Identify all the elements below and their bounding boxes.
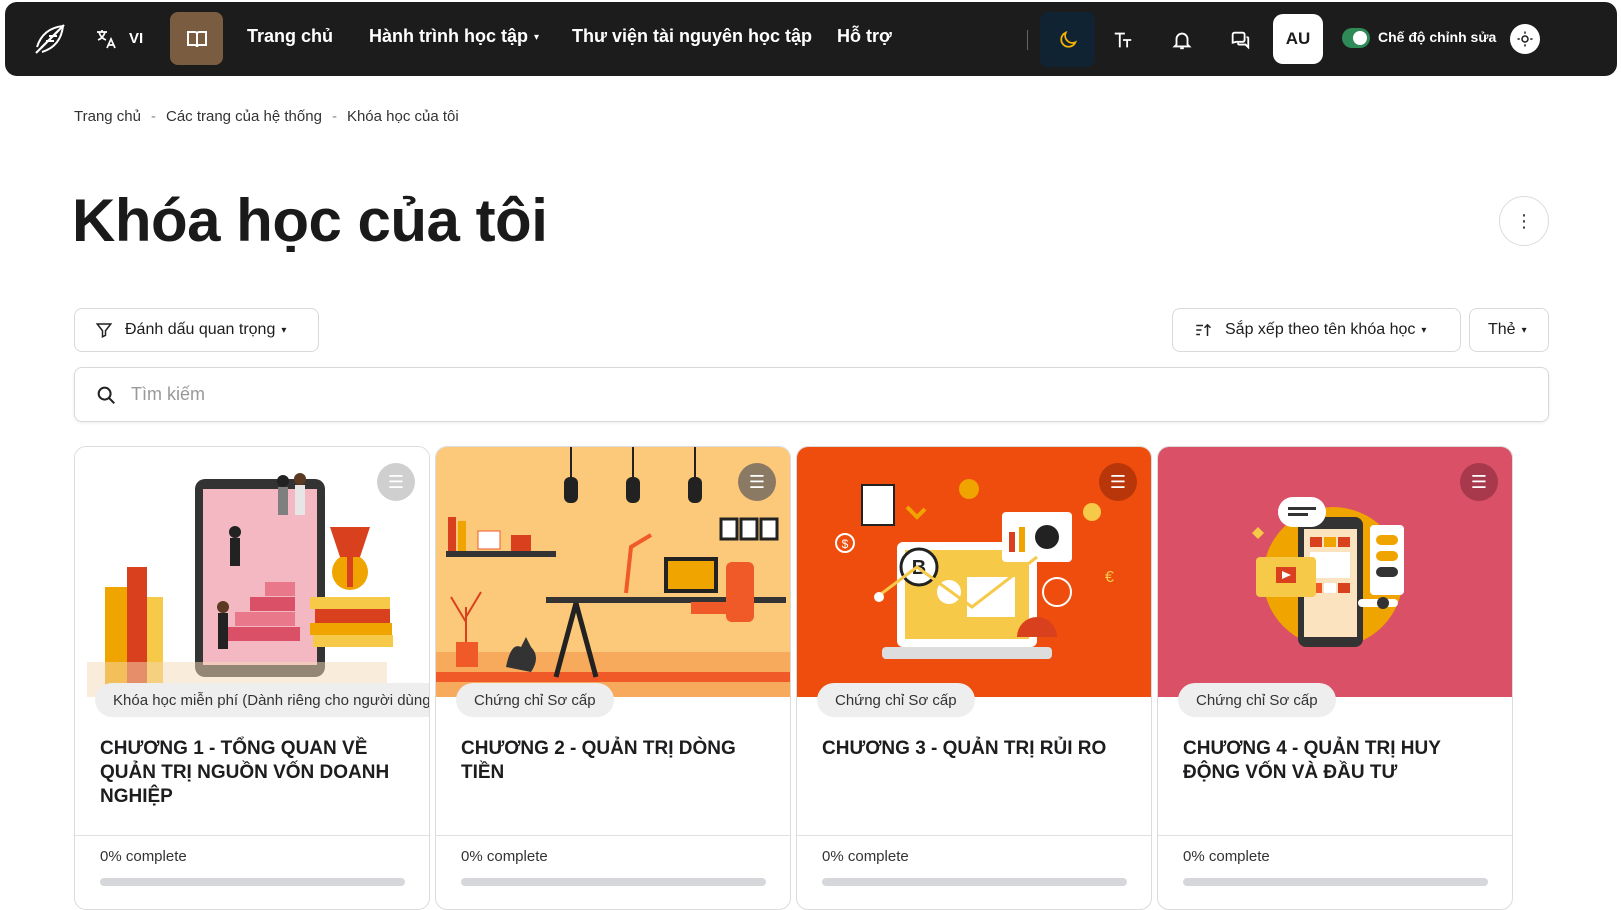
course-tag: Chứng chỉ Sơ cấp	[1178, 683, 1336, 717]
edit-mode-label: Chế độ chỉnh sửa	[1378, 29, 1497, 45]
bell-icon[interactable]	[1170, 28, 1194, 52]
filter-icon	[95, 323, 113, 338]
progress-text: 0% complete	[822, 848, 909, 865]
nav-support[interactable]: Hỗ trợ	[837, 26, 892, 47]
menu-lines-icon: ☰	[1109, 471, 1127, 492]
logo-icon[interactable]	[31, 20, 69, 58]
course-title[interactable]: CHƯƠNG 3 - QUẢN TRỊ RỦI RO	[822, 737, 1132, 761]
course-tag: Chứng chỉ Sơ cấp	[817, 683, 975, 717]
accessibility-icon[interactable]	[1510, 24, 1540, 54]
progress-bar	[461, 878, 766, 886]
course-menu-button[interactable]: ☰	[1099, 463, 1137, 501]
sort-dropdown[interactable]: Sắp xếp theo tên khóa học ▾	[1172, 308, 1461, 352]
page-title: Khóa học của tôi	[72, 187, 548, 254]
progress-bar	[100, 878, 405, 886]
top-navbar: VI Trang chủ Hành trình học tập ▾ Thư việ…	[5, 2, 1617, 76]
course-card[interactable]: ☰ Khóa học miễn phí (Dành riêng cho ngườ…	[74, 446, 430, 910]
menu-lines-icon: ☰	[1470, 471, 1488, 492]
menu-lines-icon: ☰	[748, 471, 766, 492]
book-button[interactable]	[170, 12, 223, 65]
chevron-down-icon: ▾	[1521, 324, 1527, 336]
dark-mode-button[interactable]	[1040, 12, 1095, 67]
chat-icon[interactable]	[1228, 28, 1252, 52]
view-dropdown[interactable]: Thẻ ▾	[1469, 308, 1549, 352]
filter-dropdown[interactable]: Đánh dấu quan trọng ▾	[74, 308, 319, 352]
progress-text: 0% complete	[461, 848, 548, 865]
sort-icon	[1196, 323, 1212, 336]
chevron-down-icon: ▾	[534, 31, 540, 43]
nav-resource-library[interactable]: Thư viện tài nguyên học tập	[572, 26, 812, 47]
breadcrumb-home[interactable]: Trang chủ	[74, 108, 141, 125]
search-bar	[74, 367, 1549, 422]
course-progress: 0% complete	[436, 835, 790, 909]
course-card[interactable]: B $ € ☰ Chứng chỉ Sơ cấp CHƯƠNG 3 - QUẢN…	[796, 446, 1152, 910]
course-title[interactable]: CHƯƠNG 4 - QUẢN TRỊ HUY ĐỘNG VỐN VÀ ĐẦU …	[1183, 737, 1493, 785]
course-menu-button[interactable]: ☰	[377, 463, 415, 501]
course-progress: 0% complete	[75, 835, 429, 909]
course-title[interactable]: CHƯƠNG 1 - TỔNG QUAN VỀ QUẢN TRỊ NGUỒN V…	[100, 737, 410, 809]
progress-text: 0% complete	[1183, 848, 1270, 865]
menu-lines-icon: ☰	[387, 471, 405, 492]
course-progress: 0% complete	[797, 835, 1151, 909]
course-tag: Chứng chỉ Sơ cấp	[456, 683, 614, 717]
course-card[interactable]: ☰ Chứng chỉ Sơ cấp CHƯƠNG 4 - QUẢN TRỊ H…	[1157, 446, 1513, 910]
nav-learning-journey[interactable]: Hành trình học tập ▾	[369, 26, 539, 47]
language-label[interactable]: VI	[129, 30, 143, 47]
course-tag: Khóa học miễn phí (Dành riêng cho người …	[95, 683, 429, 717]
divider	[1027, 30, 1028, 50]
breadcrumb-current: Khóa học của tôi	[346, 108, 459, 125]
edit-mode-toggle[interactable]	[1342, 28, 1370, 48]
nav-home[interactable]: Trang chủ	[247, 26, 333, 47]
book-icon	[186, 30, 207, 47]
more-vertical-icon: ⋮	[1515, 210, 1533, 231]
progress-bar	[822, 878, 1127, 886]
svg-text:$: $	[842, 537, 849, 551]
course-menu-button[interactable]: ☰	[738, 463, 776, 501]
progress-bar	[1183, 878, 1488, 886]
progress-text: 0% complete	[100, 848, 187, 865]
more-options-button[interactable]: ⋮	[1499, 196, 1549, 246]
search-icon	[97, 386, 115, 404]
avatar[interactable]: AU	[1273, 14, 1323, 64]
search-input[interactable]	[131, 384, 1511, 405]
course-menu-button[interactable]: ☰	[1460, 463, 1498, 501]
course-card[interactable]: ☰ Chứng chỉ Sơ cấp CHƯƠNG 2 - QUẢN TRỊ D…	[435, 446, 791, 910]
moon-icon	[1059, 30, 1077, 48]
svg-text:€: €	[1105, 569, 1114, 586]
breadcrumb-system-pages[interactable]: Các trang của hệ thống	[166, 108, 322, 125]
course-progress: 0% complete	[1158, 835, 1512, 909]
breadcrumb: Trang chủ - Các trang của hệ thống - Khóa họ…	[74, 108, 459, 125]
translate-icon[interactable]	[93, 26, 119, 52]
chevron-down-icon: ▾	[1421, 324, 1427, 336]
text-format-icon[interactable]	[1111, 28, 1135, 52]
course-title[interactable]: CHƯƠNG 2 - QUẢN TRỊ DÒNG TIỀN	[461, 737, 771, 785]
chevron-down-icon: ▾	[281, 324, 287, 336]
